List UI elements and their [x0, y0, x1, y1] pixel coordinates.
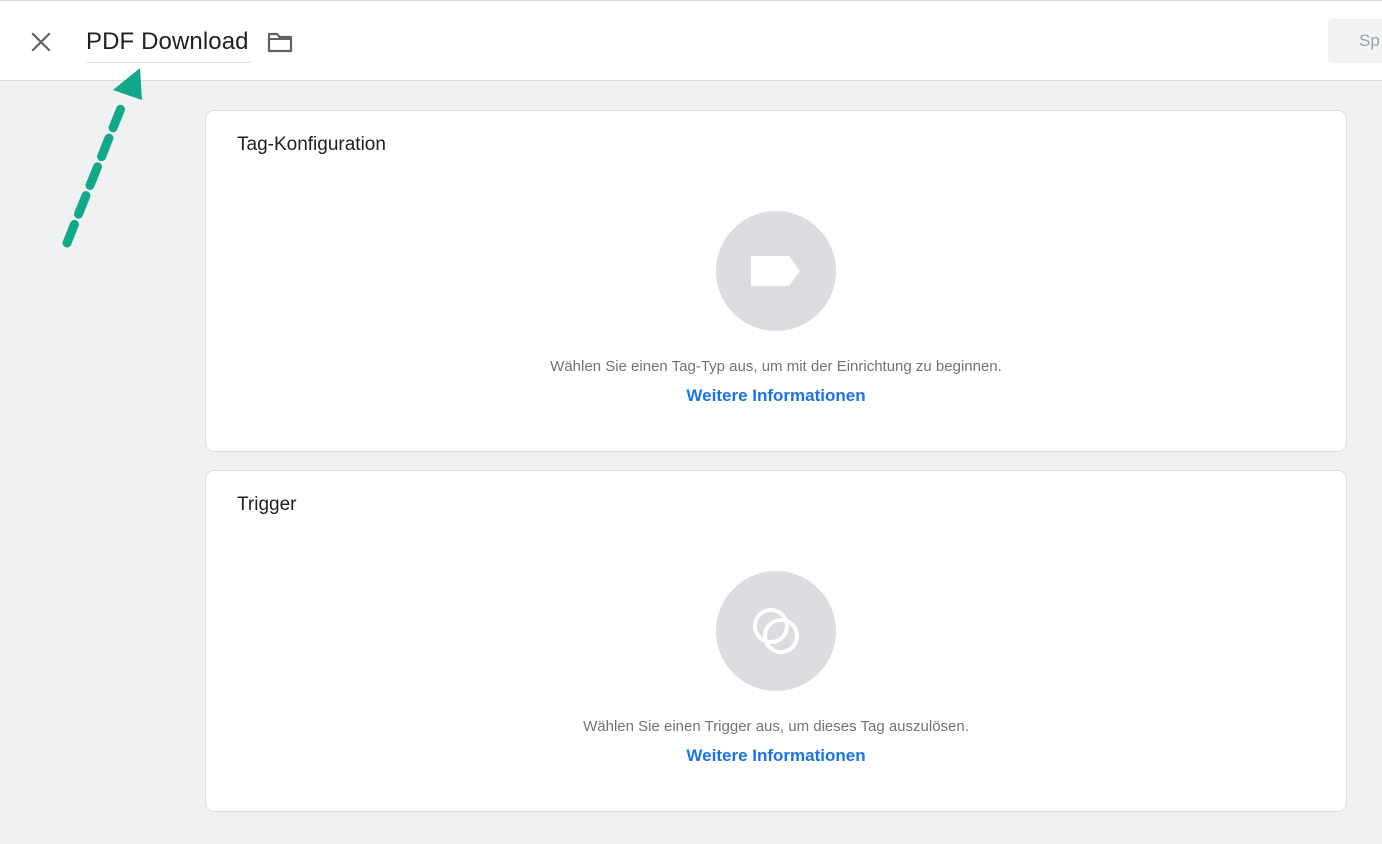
trigger-title: Trigger — [237, 494, 297, 515]
tag-name-field[interactable]: PDF Download — [86, 25, 251, 63]
save-button[interactable]: Sp — [1328, 19, 1382, 63]
top-bar: PDF Download Sp — [0, 0, 1382, 81]
tag-icon — [751, 256, 800, 286]
trigger-card[interactable]: Trigger Wählen Sie einen Trigger aus, um… — [205, 470, 1347, 812]
trigger-hint: Wählen Sie einen Trigger aus, um dieses … — [583, 718, 969, 735]
trigger-icon — [753, 608, 799, 654]
annotation-arrow — [62, 68, 142, 248]
folder-button[interactable] — [266, 29, 294, 55]
tag-configuration-title: Tag-Konfiguration — [237, 134, 386, 155]
tag-title: PDF Download — [86, 28, 249, 55]
close-button[interactable] — [26, 27, 56, 57]
close-icon — [31, 32, 51, 52]
tag-learn-more-link[interactable]: Weitere Informationen — [206, 384, 1346, 408]
trigger-placeholder[interactable] — [716, 571, 836, 691]
folder-icon — [267, 32, 293, 53]
tag-configuration-hint: Wählen Sie einen Tag-Typ aus, um mit der… — [550, 358, 1002, 375]
tag-configuration-card[interactable]: Tag-Konfiguration Wählen Sie einen Tag-T… — [205, 110, 1347, 452]
trigger-learn-more-link[interactable]: Weitere Informationen — [206, 744, 1346, 768]
tag-type-placeholder[interactable] — [716, 211, 836, 331]
